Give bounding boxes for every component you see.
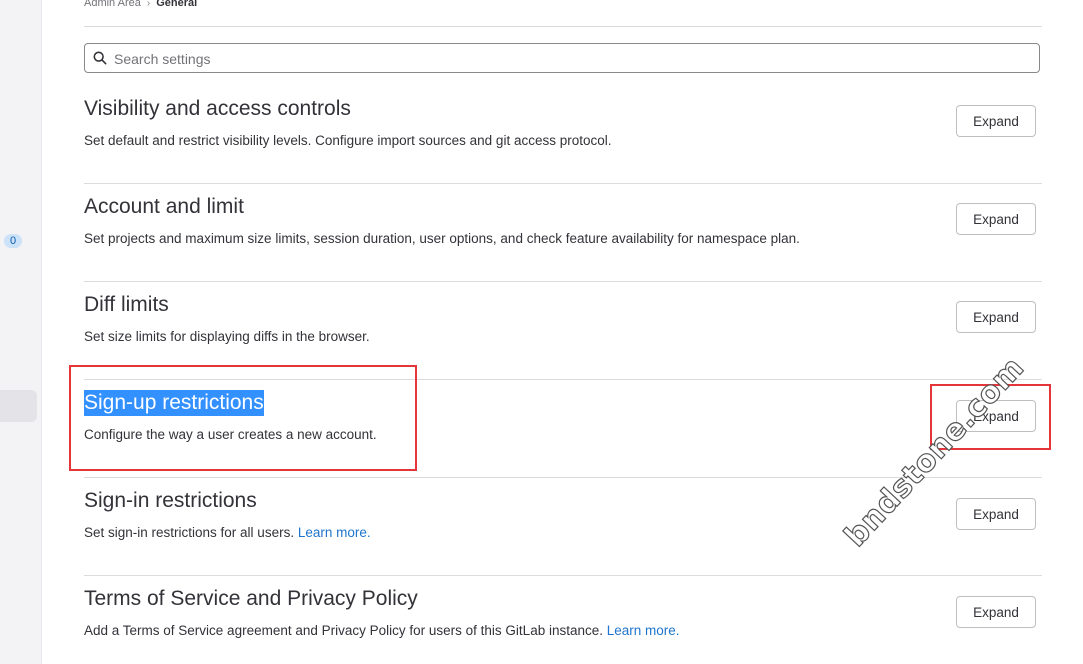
learn-more-link[interactable]: Learn more. — [607, 623, 680, 638]
breadcrumb-current[interactable]: General — [156, 0, 197, 9]
section-title: Sign-up restrictions — [84, 390, 264, 416]
expand-button[interactable]: Expand — [956, 596, 1036, 628]
section-title: Sign-in restrictions — [84, 489, 257, 512]
section-description: Set default and restrict visibility leve… — [84, 133, 612, 148]
section-description: Set size limits for displaying diffs in … — [84, 329, 370, 344]
sidebar-active-item[interactable] — [0, 390, 37, 422]
section-title: Diff limits — [84, 293, 169, 316]
expand-button[interactable]: Expand — [956, 105, 1036, 137]
search-input[interactable] — [112, 48, 1016, 70]
section-title: Account and limit — [84, 195, 244, 218]
sidebar-count-badge: 0 — [4, 234, 22, 248]
breadcrumb-admin-area[interactable]: Admin Area — [84, 0, 141, 9]
section-description: Set sign-in restrictions for all users. … — [84, 525, 371, 540]
settings-section-visibility: Visibility and access controls Set defau… — [84, 86, 1042, 184]
search-icon — [93, 51, 107, 65]
section-title: Terms of Service and Privacy Policy — [84, 587, 418, 610]
breadcrumb-separator-icon: › — [146, 0, 151, 9]
section-description: Add a Terms of Service agreement and Pri… — [84, 623, 680, 638]
section-title: Visibility and access controls — [84, 97, 351, 120]
section-description: Set projects and maximum size limits, se… — [84, 231, 800, 246]
settings-section-diff-limits: Diff limits Set size limits for displayi… — [84, 282, 1042, 380]
expand-button[interactable]: Expand — [956, 301, 1036, 333]
breadcrumb: Admin Area › General — [84, 0, 197, 9]
sidebar: 0 — [0, 0, 42, 664]
settings-section-account-limit: Account and limit Set projects and maxim… — [84, 184, 1042, 282]
search-settings-box[interactable] — [84, 43, 1040, 73]
learn-more-link[interactable]: Learn more. — [298, 525, 371, 540]
divider — [84, 26, 1042, 27]
expand-button[interactable]: Expand — [956, 498, 1036, 530]
section-description: Configure the way a user creates a new a… — [84, 427, 377, 442]
admin-general-settings-page: 0 Admin Area › General Visibility and acce… — [0, 0, 1083, 664]
settings-section-terms-privacy: Terms of Service and Privacy Policy Add … — [84, 576, 1042, 664]
expand-button[interactable]: Expand — [956, 203, 1036, 235]
